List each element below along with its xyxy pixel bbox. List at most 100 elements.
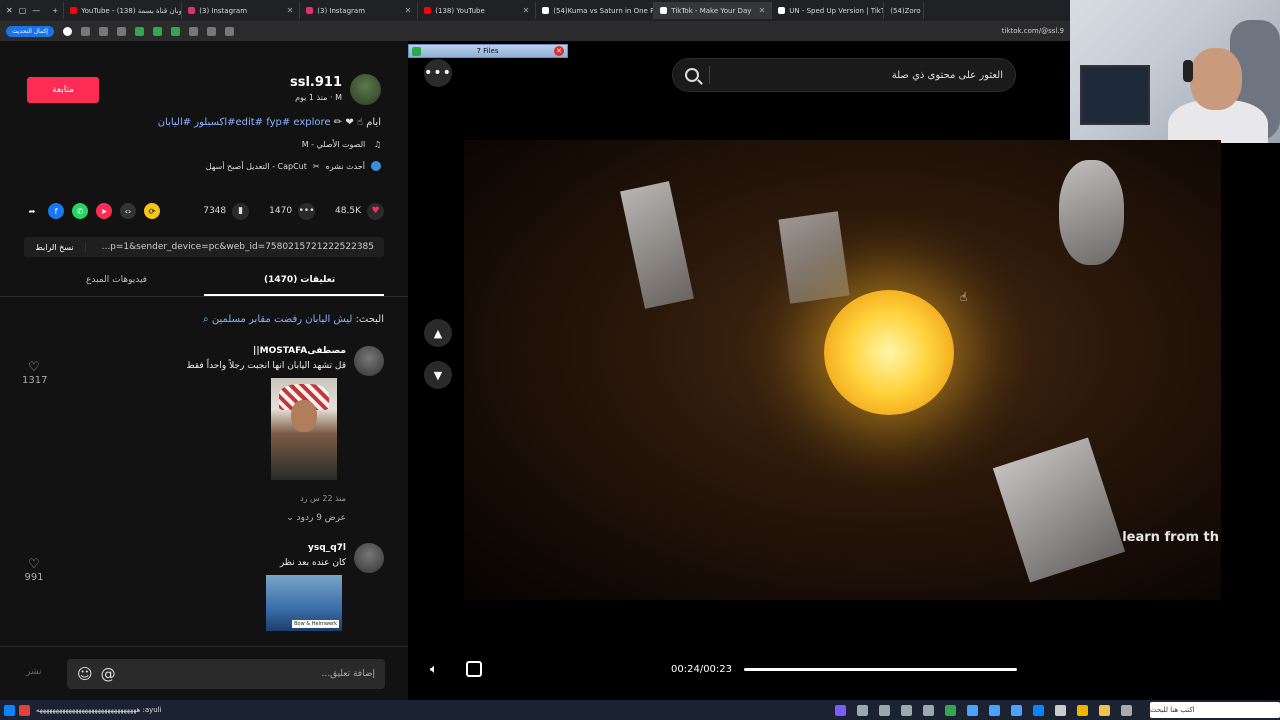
commenter-avatar[interactable] bbox=[354, 346, 384, 376]
plus-icon: + bbox=[52, 6, 59, 15]
comment-image[interactable] bbox=[271, 378, 337, 480]
extension-icon[interactable] bbox=[224, 26, 234, 36]
tab-menu-icon[interactable]: ▢ bbox=[19, 6, 27, 15]
tab-close-icon[interactable]: ✕ bbox=[287, 6, 294, 15]
app-icon[interactable] bbox=[857, 704, 868, 716]
app-icon[interactable] bbox=[19, 704, 30, 716]
bookmark-star-icon[interactable] bbox=[188, 26, 198, 36]
tab-zoro[interactable]: (54)Zoro vs bbox=[884, 2, 925, 19]
folder-icon[interactable] bbox=[1099, 704, 1110, 716]
comment-count[interactable]: 1470 ••• bbox=[269, 202, 316, 220]
address-bar[interactable]: tiktok.com/@ssl.9 bbox=[1002, 27, 1064, 35]
tab-instagram-2[interactable]: (3) Instagram ✕ bbox=[300, 2, 419, 19]
start-icon[interactable] bbox=[4, 704, 15, 716]
picture-in-picture-icon[interactable] bbox=[466, 661, 482, 677]
new-tab-button[interactable]: + bbox=[46, 2, 65, 19]
app-icon[interactable] bbox=[1033, 704, 1044, 716]
app-icon[interactable] bbox=[1055, 704, 1066, 716]
extension-icon[interactable] bbox=[206, 26, 216, 36]
post-link-url[interactable]: ...p=1&sender_device=pc&web_id=758021572… bbox=[86, 242, 384, 252]
view-replies-button[interactable]: عرض 9 ردود ⌄ bbox=[286, 513, 346, 523]
author-avatar[interactable] bbox=[350, 74, 381, 105]
comment-meta[interactable]: منذ 22 س رد bbox=[300, 494, 346, 503]
bookmark-icon[interactable]: ▮ bbox=[232, 202, 250, 220]
comment-image[interactable]: Bow & Heimwerk bbox=[266, 575, 342, 631]
follow-button[interactable]: متابعة bbox=[27, 77, 99, 103]
extension-icon[interactable] bbox=[152, 26, 162, 36]
more-options-button[interactable]: ••• bbox=[424, 59, 452, 87]
effects-row: أحدث نشره ✂ CapCut - التعديل أصبح أسهل bbox=[206, 161, 381, 171]
tab-instagram-1[interactable]: (3) Instagram ✕ bbox=[182, 2, 301, 19]
commenter-name[interactable]: ysq_q7l bbox=[308, 543, 346, 553]
heart-outline-icon[interactable]: ♡ bbox=[22, 557, 46, 572]
files-popup[interactable]: 7 Files ✕ bbox=[408, 44, 568, 58]
emoji-picker-icon[interactable]: ☺ bbox=[77, 665, 93, 683]
app-icon[interactable] bbox=[967, 704, 978, 716]
comment-input[interactable]: ☺ @ إضافة تعليق... bbox=[67, 659, 385, 689]
extension-icon[interactable] bbox=[116, 26, 126, 36]
copy-link-button[interactable]: نسخ الرابط bbox=[24, 242, 86, 252]
comment-like[interactable]: ♡ 991 bbox=[22, 557, 46, 583]
app-icon[interactable] bbox=[1011, 704, 1022, 716]
facebook-icon[interactable]: f bbox=[48, 203, 64, 219]
repost-icon[interactable]: ⟳ bbox=[144, 203, 160, 219]
comment-bubble-icon[interactable]: ••• bbox=[298, 202, 316, 220]
app-icon[interactable] bbox=[945, 704, 956, 716]
tab-creator-videos[interactable]: فيديوهات المبدع bbox=[86, 275, 147, 285]
extension-icon[interactable] bbox=[170, 26, 180, 36]
tab-close-icon[interactable]: ✕ bbox=[405, 6, 412, 15]
update-button[interactable]: إكمال التحديث bbox=[6, 25, 54, 37]
send-icon[interactable]: ➤ bbox=[96, 203, 112, 219]
chrome-icon[interactable] bbox=[1077, 704, 1088, 716]
caption-hashtags[interactable]: edit# fyp# explore#اكسبلور #اليابان bbox=[158, 117, 331, 128]
video-player[interactable]: learn from th bbox=[464, 140, 1221, 600]
heart-icon[interactable]: ♥ bbox=[367, 202, 384, 220]
profile-icon[interactable] bbox=[62, 26, 72, 36]
app-icon[interactable] bbox=[1121, 704, 1132, 716]
volume-icon[interactable]: 🔈︎ bbox=[430, 662, 438, 677]
extension-icon[interactable] bbox=[134, 26, 144, 36]
search-icon[interactable] bbox=[685, 68, 699, 82]
app-icon[interactable] bbox=[835, 704, 846, 716]
close-icon[interactable]: ✕ bbox=[554, 46, 564, 56]
tab-comments[interactable]: تعليقات (1470) bbox=[264, 275, 335, 285]
previous-video-button[interactable]: ▲ bbox=[424, 319, 452, 347]
like-count[interactable]: 48.5K ♥ bbox=[335, 202, 384, 220]
app-icon[interactable] bbox=[879, 704, 890, 716]
video-sun bbox=[824, 290, 954, 415]
video-debris bbox=[992, 437, 1126, 583]
related-search[interactable]: البحث: ليش اليابان رفضت مقابر مسلمين ⌕ bbox=[203, 314, 384, 325]
mention-icon[interactable]: @ bbox=[101, 665, 116, 683]
save-count[interactable]: 7348 ▮ bbox=[203, 202, 250, 220]
search-input[interactable]: العثور على محتوى ذي صلة bbox=[892, 70, 1003, 81]
app-icon[interactable] bbox=[989, 704, 1000, 716]
whatsapp-icon[interactable]: ✆ bbox=[72, 203, 88, 219]
embed-icon[interactable]: ‹› bbox=[120, 203, 136, 219]
close-icon[interactable]: ✕ bbox=[6, 6, 13, 15]
extension-icon[interactable] bbox=[98, 26, 108, 36]
commenter-name[interactable]: مصطفىMOSTAFA|| bbox=[253, 346, 346, 356]
tab-close-icon[interactable]: ✕ bbox=[759, 6, 766, 15]
minimize-icon[interactable]: — bbox=[32, 6, 40, 15]
taskbar-search-input[interactable]: اكتب هنا للبحث bbox=[1150, 702, 1280, 718]
webcam-person-head bbox=[1190, 48, 1242, 110]
share-arrow-icon[interactable]: ➦ bbox=[24, 203, 40, 219]
app-icon[interactable] bbox=[901, 704, 912, 716]
playback-progress-bar[interactable] bbox=[744, 668, 1017, 671]
tab-sped-up[interactable]: UN - Sped Up Version | TikTok✕ bbox=[772, 2, 885, 19]
sound-link[interactable]: ♫ الصوت الأصلي - M bbox=[302, 140, 381, 149]
tab-youtube[interactable]: (138) YouTube ✕ bbox=[418, 2, 537, 19]
comment-like[interactable]: ♡ 1317 bbox=[22, 360, 47, 386]
tab-youtube-kuban[interactable]: YouTube - كوبان قناة بسمة (138)✕ bbox=[64, 2, 183, 19]
post-comment-button[interactable]: نشر bbox=[26, 667, 42, 677]
extension-icon[interactable] bbox=[80, 26, 90, 36]
heart-outline-icon[interactable]: ♡ bbox=[22, 360, 46, 375]
commenter-avatar[interactable] bbox=[354, 543, 384, 573]
tab-close-icon[interactable]: ✕ bbox=[523, 6, 530, 15]
related-content-search[interactable]: العثور على محتوى ذي صلة bbox=[672, 58, 1016, 92]
next-video-button[interactable]: ▼ bbox=[424, 361, 452, 389]
app-icon[interactable] bbox=[923, 704, 934, 716]
tab-tiktok[interactable]: TikTok - Make Your Day ✕ bbox=[654, 2, 773, 19]
tab-kuma-vs-saturn[interactable]: (54)Kuma vs Saturn in One Piec✕ bbox=[536, 2, 655, 19]
author-name[interactable]: ssl.911 bbox=[290, 75, 342, 90]
